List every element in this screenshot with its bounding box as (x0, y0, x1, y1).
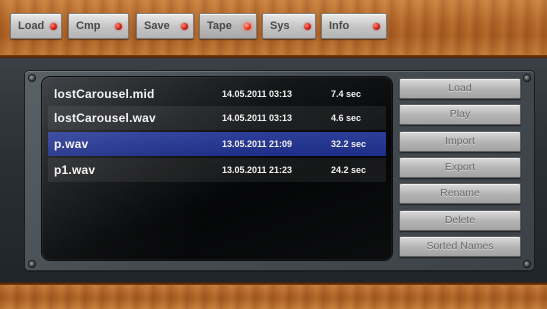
tab-save-led-icon (181, 23, 188, 30)
file-list: lostCarousel.mid 14.05.2011 03:13 7.4 se… (42, 77, 392, 260)
screw-icon (524, 261, 530, 267)
tab-save[interactable]: Save (136, 13, 194, 39)
tab-save-label: Save (144, 20, 170, 32)
file-row-1[interactable]: lostCarousel.wav 14.05.2011 03:13 4.6 se… (48, 106, 386, 130)
tab-cmp-led-icon (115, 23, 122, 30)
sorted-names-button-label: Sorted Names (426, 240, 494, 252)
tab-tape-led-icon (244, 23, 251, 30)
play-button-label: Play (449, 108, 471, 120)
rename-button[interactable]: Rename (399, 183, 521, 204)
export-button[interactable]: Export (399, 157, 521, 178)
delete-button[interactable]: Delete (399, 210, 521, 231)
load-button-label: Load (448, 82, 472, 94)
file-date: 13.05.2011 21:23 (222, 165, 293, 175)
tab-info[interactable]: Info (321, 13, 387, 39)
import-button-label: Import (445, 135, 475, 147)
file-date: 14.05.2011 03:13 (222, 113, 293, 123)
tab-sys-led-icon (304, 23, 311, 30)
tape-file-browser: Load Cmp Save Tape Sys Info lostCarousel… (0, 0, 547, 309)
delete-button-label: Delete (444, 214, 476, 226)
screw-icon (29, 75, 35, 81)
tab-tape-label: Tape (207, 20, 232, 32)
tab-load-label: Load (18, 20, 45, 32)
file-date: 14.05.2011 03:13 (222, 89, 293, 99)
file-name: lostCarousel.mid (54, 87, 155, 101)
play-button[interactable]: Play (399, 104, 521, 125)
tab-info-label: Info (329, 20, 350, 32)
tab-cmp-label: Cmp (76, 20, 101, 32)
export-button-label: Export (444, 161, 476, 173)
file-duration: 4.6 sec (331, 113, 362, 123)
tab-load-led-icon (50, 23, 57, 30)
file-row-3[interactable]: p1.wav 13.05.2011 21:23 24.2 sec (48, 158, 386, 182)
screw-icon (29, 261, 35, 267)
file-name: lostCarousel.wav (54, 111, 156, 125)
file-row-2[interactable]: p.wav 13.05.2011 21:09 32.2 sec (48, 132, 386, 156)
tab-cmp[interactable]: Cmp (68, 13, 129, 39)
sorted-names-button[interactable]: Sorted Names (399, 236, 521, 257)
tab-sys-label: Sys (270, 20, 290, 32)
tab-sys[interactable]: Sys (262, 13, 316, 39)
wood-bottom-bar (0, 282, 547, 309)
file-name: p.wav (54, 137, 89, 151)
file-date: 13.05.2011 21:09 (222, 139, 293, 149)
file-name: p1.wav (54, 163, 96, 177)
load-button[interactable]: Load (399, 78, 521, 99)
tab-load[interactable]: Load (10, 13, 62, 39)
import-button[interactable]: Import (399, 131, 521, 152)
file-duration: 32.2 sec (331, 139, 367, 149)
tab-info-led-icon (373, 23, 380, 30)
file-row-0[interactable]: lostCarousel.mid 14.05.2011 03:13 7.4 se… (48, 82, 386, 106)
rename-button-label: Rename (440, 187, 480, 199)
file-duration: 7.4 sec (331, 89, 362, 99)
tab-tape[interactable]: Tape (199, 13, 257, 39)
file-duration: 24.2 sec (331, 165, 367, 175)
screw-icon (524, 75, 530, 81)
